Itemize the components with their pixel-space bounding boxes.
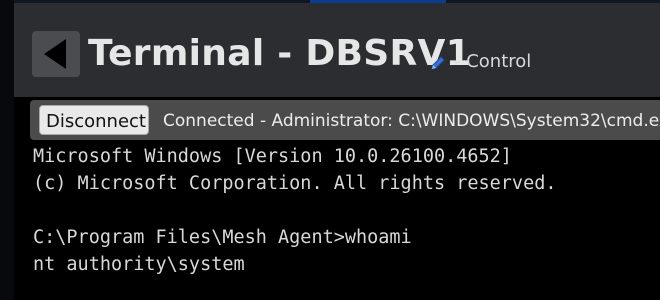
terminal-line: Microsoft Windows [Version 10.0.26100.46… — [33, 146, 512, 167]
terminal-output[interactable]: Microsoft Windows [Version 10.0.26100.46… — [30, 140, 660, 300]
terminal-line: C:\Program Files\Mesh Agent>whoami — [33, 227, 412, 248]
connection-status: Connected - Administrator: C:\WINDOWS\Sy… — [163, 111, 660, 131]
page-subtitle: - Control — [454, 51, 532, 72]
terminal-line: nt authority\system — [33, 254, 245, 275]
pencil-icon[interactable] — [428, 53, 448, 73]
back-arrow-icon — [44, 39, 66, 69]
page-title: Terminal - DBSRV1 — [88, 33, 472, 74]
terminal-line: (c) Microsoft Corporation. All rights re… — [33, 173, 557, 194]
terminal-header: Terminal - DBSRV1 - Control — [14, 3, 660, 97]
back-button[interactable] — [32, 31, 80, 77]
left-frame — [0, 0, 14, 300]
disconnect-button[interactable]: Disconnect — [39, 105, 149, 135]
connection-toolbar: Disconnect Connected - Administrator: C:… — [30, 100, 660, 140]
